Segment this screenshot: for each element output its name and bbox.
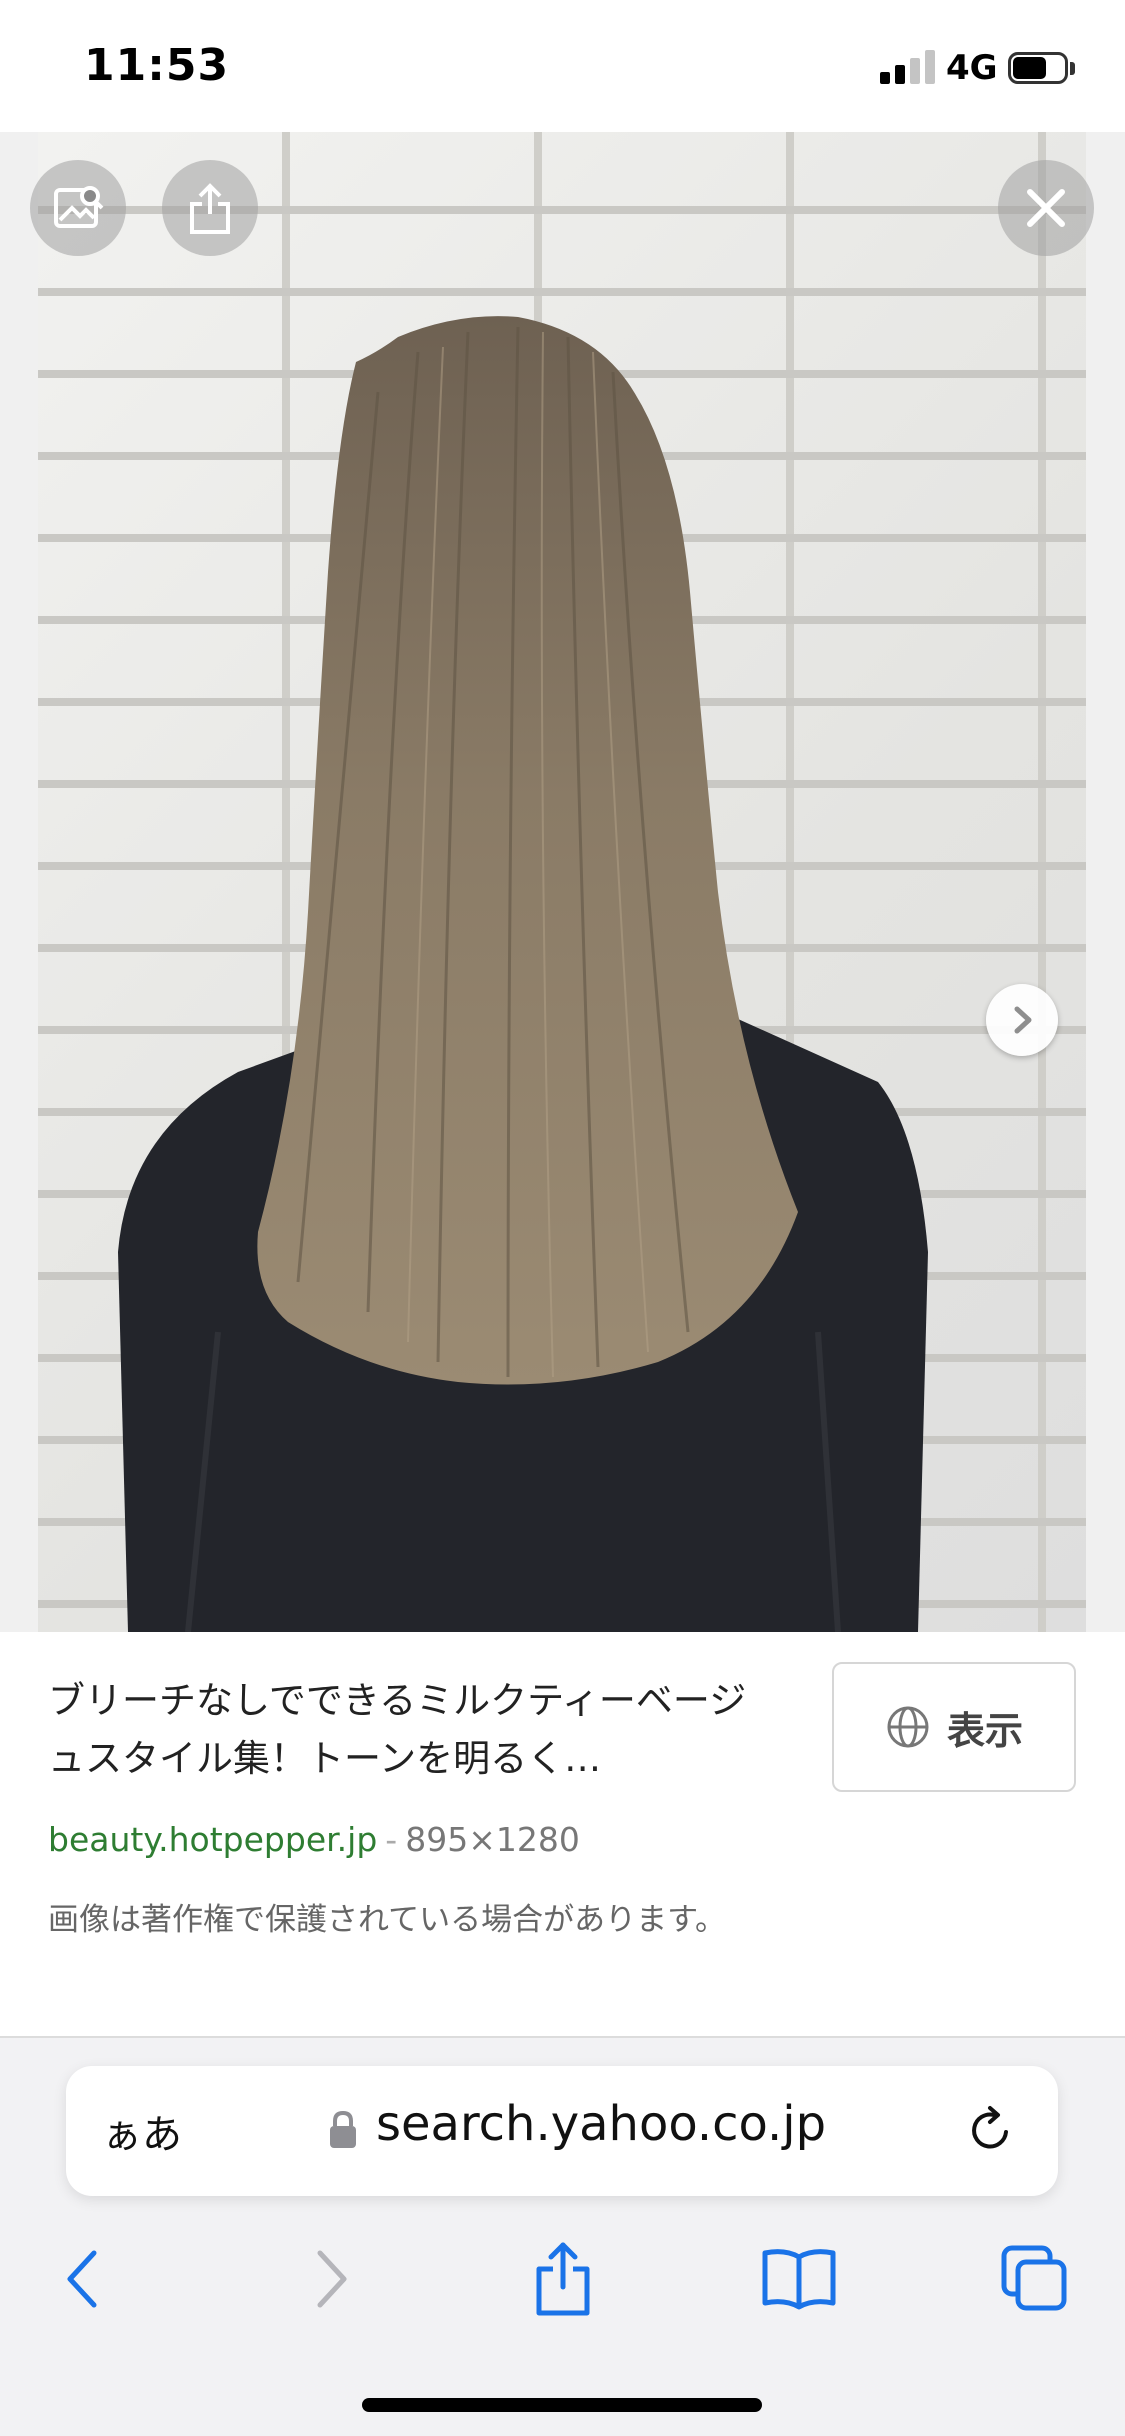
- copyright-note: 画像は著作権で保護されている場合があります。: [48, 1902, 726, 1938]
- view-page-button[interactable]: 表示: [832, 1662, 1076, 1792]
- visual-search-button[interactable]: [30, 160, 126, 256]
- view-page-label: 表示: [946, 1708, 1023, 1753]
- close-icon: [1027, 189, 1065, 227]
- bookmarks-icon: [762, 2249, 836, 2310]
- status-time: 11:53: [84, 40, 230, 91]
- share-icon: [536, 2242, 590, 2316]
- back-icon: [67, 2250, 97, 2308]
- back-button[interactable]: [40, 2234, 130, 2324]
- source-domain[interactable]: beauty.hotpepper.jp: [48, 1820, 377, 1859]
- forward-icon: [317, 2250, 347, 2308]
- signal-strength-icon: [880, 50, 936, 84]
- share-icon: [190, 183, 230, 234]
- next-image-button[interactable]: [986, 984, 1058, 1056]
- browser-bottom-bar: ぁあ search.yahoo.co.jp: [0, 2036, 1125, 2436]
- forward-button[interactable]: [284, 2234, 374, 2324]
- bookmarks-button[interactable]: [754, 2234, 844, 2324]
- result-title[interactable]: ブリーチなしでできるミルクティーベージュスタイル集！トーンを明るく…: [48, 1672, 768, 1788]
- tabs-button[interactable]: [990, 2234, 1080, 2324]
- network-type: 4G: [946, 48, 998, 88]
- image-viewer: [0, 132, 1125, 1632]
- lock-icon: [330, 2110, 356, 2148]
- meta-separator: -: [385, 1820, 398, 1859]
- status-bar: 11:53 4G: [0, 0, 1125, 132]
- home-indicator: [362, 2398, 762, 2412]
- address-bar[interactable]: ぁあ search.yahoo.co.jp: [66, 2066, 1058, 2196]
- hairstyle-photo[interactable]: [38, 132, 1086, 1632]
- page-settings-button[interactable]: ぁあ: [102, 2102, 182, 2160]
- image-info-panel: ブリーチなしでできるミルクティーベージュスタイル集！トーンを明るく… 表示 be…: [0, 1632, 1125, 2036]
- globe-icon: [887, 1706, 929, 1748]
- screen: 11:53 4G ブリーチなしでできるミルクティーベージュスタイル集！トーンを明…: [0, 0, 1125, 2436]
- chevron-right-icon: [1014, 1006, 1032, 1034]
- image-search-icon: [54, 186, 104, 228]
- reload-icon[interactable]: [964, 2104, 1018, 2158]
- url-text[interactable]: search.yahoo.co.jp: [376, 2096, 826, 2152]
- share-image-button[interactable]: [162, 160, 258, 256]
- battery-icon: [1008, 52, 1078, 86]
- hairstyle-illustration: [118, 316, 928, 1632]
- tabs-icon: [1001, 2245, 1067, 2311]
- image-dimensions: 895×1280: [405, 1820, 580, 1859]
- close-viewer-button[interactable]: [998, 160, 1094, 256]
- share-page-button[interactable]: [518, 2234, 608, 2324]
- image-meta: beauty.hotpepper.jp -895×1280: [48, 1820, 580, 1859]
